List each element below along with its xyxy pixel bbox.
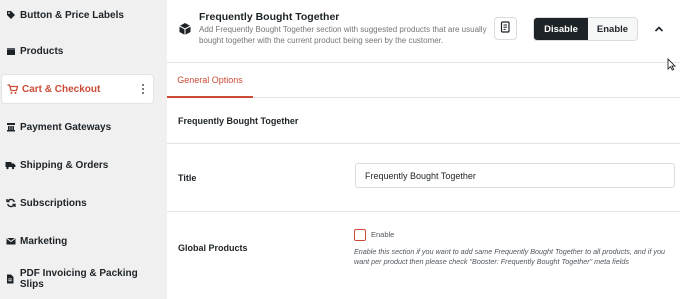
sidebar: Button & Price Labels Products Cart & Ch… bbox=[0, 0, 163, 299]
payment-icon bbox=[5, 122, 16, 133]
sidebar-item-label: Products bbox=[20, 45, 64, 57]
tag-icon bbox=[5, 10, 16, 21]
tab-general-options[interactable]: General Options bbox=[167, 63, 253, 98]
sidebar-item-subscriptions[interactable]: Subscriptions bbox=[0, 188, 163, 218]
chevron-up-icon[interactable] bbox=[653, 22, 665, 34]
sidebar-item-label: Marketing bbox=[20, 235, 68, 247]
global-products-checkbox[interactable] bbox=[354, 229, 366, 241]
sidebar-item-label: PDF Invoicing & Packing Slips bbox=[19, 268, 138, 290]
help-text: Enable this section if you want to add s… bbox=[354, 247, 665, 266]
sidebar-item-label: Payment Gateways bbox=[20, 121, 112, 133]
sidebar-item-label: Button & Price Labels bbox=[20, 9, 124, 21]
cart-icon bbox=[7, 83, 18, 95]
sidebar-item-payment-gateways[interactable]: Payment Gateways bbox=[0, 112, 163, 142]
enable-toggle-group: Disable Enable bbox=[533, 17, 638, 41]
cube-icon bbox=[178, 22, 192, 36]
sidebar-item-label: Subscriptions bbox=[20, 197, 87, 209]
title-label: Title bbox=[178, 173, 197, 183]
more-options-icon[interactable] bbox=[140, 81, 146, 97]
sidebar-item-label: Cart & Checkout bbox=[22, 83, 101, 95]
module-description: Add Frequently Bought Together section w… bbox=[199, 25, 487, 45]
module-header: Frequently Bought Together Add Frequentl… bbox=[167, 0, 680, 63]
sidebar-item-products[interactable]: Products bbox=[0, 36, 163, 66]
enable-button[interactable]: Enable bbox=[588, 18, 637, 40]
documentation-button[interactable] bbox=[494, 17, 517, 40]
module-panel: Frequently Bought Together Add Frequentl… bbox=[167, 0, 680, 299]
mouse-cursor-icon bbox=[667, 57, 677, 71]
document-icon bbox=[500, 20, 511, 38]
global-products-row: Global Products Enable Enable this secti… bbox=[167, 212, 680, 299]
checkbox-label: Enable bbox=[371, 230, 395, 239]
global-products-label: Global Products bbox=[178, 243, 248, 253]
sidebar-item-label: Shipping & Orders bbox=[20, 159, 109, 171]
sidebar-item-pdf-invoicing[interactable]: PDF Invoicing & Packing Slips bbox=[0, 264, 163, 294]
title-input[interactable] bbox=[355, 163, 675, 188]
tab-bar: General Options bbox=[167, 63, 680, 98]
section-title: Frequently Bought Together bbox=[167, 98, 680, 144]
refresh-icon bbox=[5, 198, 16, 209]
document-icon bbox=[5, 274, 16, 285]
sidebar-item-shipping-orders[interactable]: Shipping & Orders bbox=[0, 150, 163, 180]
module-title: Frequently Bought Together bbox=[199, 11, 340, 23]
box-icon bbox=[5, 46, 16, 57]
truck-icon bbox=[5, 160, 16, 171]
sidebar-item-marketing[interactable]: Marketing bbox=[0, 226, 163, 256]
sidebar-item-button-price-labels[interactable]: Button & Price Labels bbox=[0, 0, 163, 30]
title-setting-row: Title bbox=[167, 144, 680, 212]
envelope-icon bbox=[5, 236, 16, 247]
sidebar-item-cart-checkout[interactable]: Cart & Checkout bbox=[1, 74, 154, 104]
disable-button[interactable]: Disable bbox=[534, 18, 588, 40]
